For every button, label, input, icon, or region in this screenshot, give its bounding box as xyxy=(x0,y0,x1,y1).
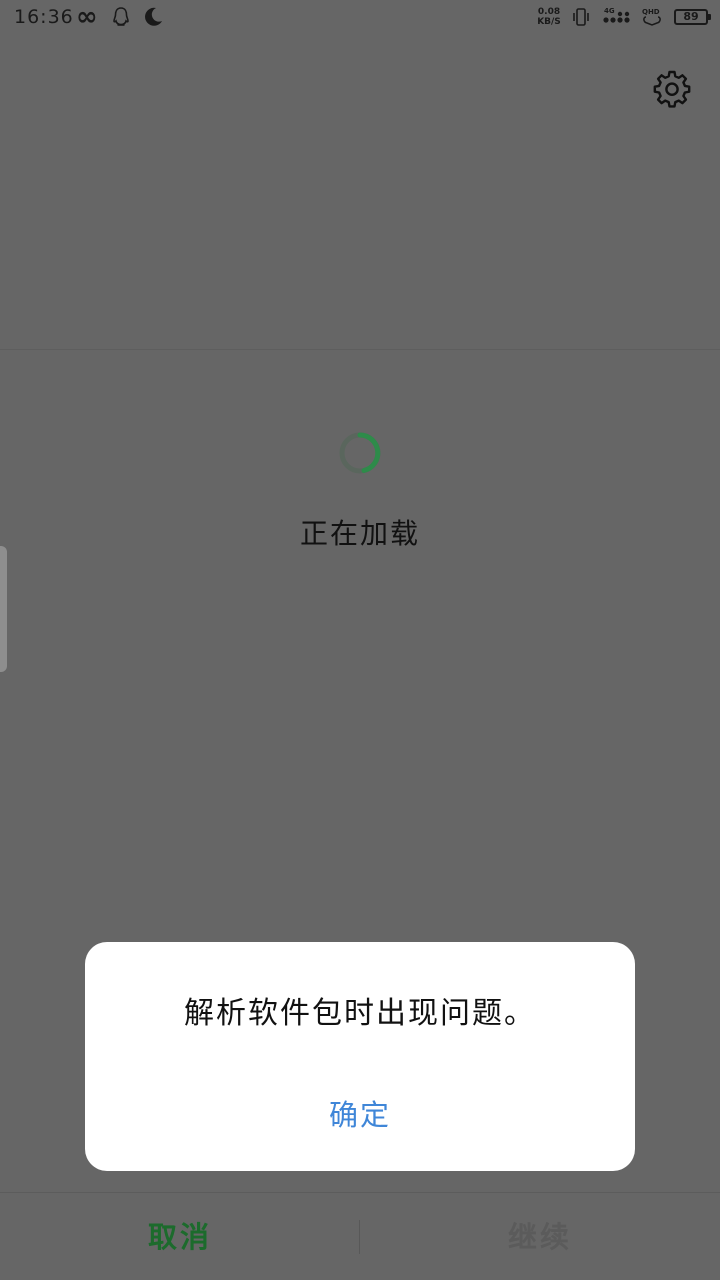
loading-text: 正在加载 xyxy=(299,517,420,550)
status-time: 16:36 xyxy=(14,6,74,28)
installer-screen: 16:36 ∞ 0.08 KB/S 4G QHD 89 正在加载 解析软件包时出… xyxy=(0,0,720,1280)
edge-drag-handle[interactable] xyxy=(0,546,7,672)
hd-signal-icon: QHD xyxy=(642,8,661,26)
error-dialog: 解析软件包时出现问题。 确定 xyxy=(85,942,635,1171)
net-speed-unit: KB/S xyxy=(537,17,561,27)
bottom-action-bar: 取消 继续 xyxy=(0,1192,720,1280)
gear-icon[interactable] xyxy=(652,68,692,108)
header xyxy=(0,36,720,350)
loading-spinner xyxy=(339,432,381,474)
dialog-ok-button[interactable]: 确定 xyxy=(310,1092,410,1132)
battery-icon: 89 xyxy=(674,9,711,25)
vibrate-icon xyxy=(573,8,589,26)
continue-button[interactable]: 继续 xyxy=(360,1193,720,1280)
qq-icon xyxy=(113,7,129,26)
cancel-button[interactable]: 取消 xyxy=(0,1193,360,1280)
svg-text:QHD: QHD xyxy=(642,8,660,16)
infinity-icon: ∞ xyxy=(76,2,98,32)
status-bar: 16:36 ∞ 0.08 KB/S 4G QHD 89 xyxy=(0,0,720,36)
net-speed-value: 0.08 xyxy=(537,7,561,17)
signal-4g-icon: 4G xyxy=(603,7,630,23)
svg-text:4G: 4G xyxy=(604,7,615,15)
dialog-message: 解析软件包时出现问题。 xyxy=(184,996,536,1031)
net-speed: 0.08 KB/S xyxy=(532,7,566,27)
moon-icon xyxy=(145,7,162,26)
